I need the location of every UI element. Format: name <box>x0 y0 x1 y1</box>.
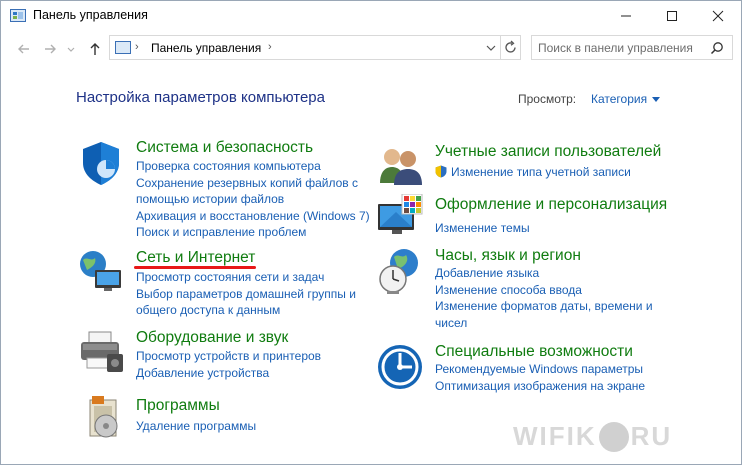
link-uninstall-program[interactable]: Удаление программы <box>136 418 256 435</box>
link-change-account-type[interactable]: Изменение типа учетной записи <box>435 164 631 181</box>
programs-icon[interactable] <box>83 396 131 444</box>
recent-locations-button[interactable] <box>65 40 77 58</box>
link-change-input[interactable]: Изменение способа ввода <box>435 282 653 299</box>
breadcrumb-separator-icon[interactable]: › <box>135 41 139 53</box>
category-links: Рекомендуемые Windows параметры Оптимиза… <box>435 361 645 394</box>
category-title[interactable]: Оформление и персонализация <box>435 196 667 214</box>
search-icon <box>710 42 723 55</box>
address-bar[interactable]: › Панель управления › <box>109 35 521 60</box>
refresh-button[interactable] <box>500 36 520 59</box>
link-homegroup-2[interactable]: общего доступа к данным <box>136 302 356 319</box>
forward-arrow-icon <box>45 44 56 54</box>
search-box[interactable] <box>531 35 733 60</box>
search-input[interactable] <box>538 39 704 56</box>
close-icon <box>712 10 724 22</box>
link-add-language[interactable]: Добавление языка <box>435 265 653 282</box>
link-file-history[interactable]: Сохранение резервных копий файлов с <box>136 175 370 192</box>
link-homegroup[interactable]: Выбор параметров домашней группы и <box>136 286 356 303</box>
link-network-status[interactable]: Просмотр состояния сети и задач <box>136 269 356 286</box>
watermark-logo: WIFIK RU <box>513 421 672 457</box>
category-links: Удаление программы <box>136 418 256 435</box>
link-devices-printers[interactable]: Просмотр устройств и принтеров <box>136 348 321 365</box>
category-title[interactable]: Программы <box>136 397 220 415</box>
uac-shield-icon <box>435 165 447 178</box>
maximize-icon <box>667 11 677 21</box>
link-troubleshoot[interactable]: Поиск и исправление проблем <box>136 224 370 241</box>
back-arrow-icon <box>18 44 29 54</box>
category-links: Добавление языка Изменение способа ввода… <box>435 265 653 331</box>
watermark-text-right: RU <box>630 421 673 451</box>
control-panel-icon <box>115 41 131 54</box>
category-links: Просмотр состояния сети и задач Выбор па… <box>136 269 356 319</box>
maximize-button[interactable] <box>649 1 695 31</box>
watermark-circle-icon <box>598 421 629 452</box>
link-change-formats[interactable]: Изменение форматов даты, времени и <box>435 298 653 315</box>
printer-icon[interactable] <box>77 328 125 376</box>
shield-icon[interactable] <box>77 139 125 187</box>
link-check-status[interactable]: Проверка состояния компьютера <box>136 158 370 175</box>
globe-network-icon[interactable] <box>77 248 125 296</box>
refresh-icon <box>505 40 516 53</box>
control-panel-window: Панель управления › Панель управления › <box>0 0 742 465</box>
category-links: Изменение темы <box>435 220 530 237</box>
link-label[interactable]: Изменение типа учетной записи <box>451 165 631 179</box>
link-backup-restore[interactable]: Архивация и восстановление (Windows 7) <box>136 208 370 225</box>
view-by-dropdown[interactable]: Категория <box>591 92 661 106</box>
red-underline-highlight <box>134 266 256 269</box>
close-button[interactable] <box>695 1 741 31</box>
category-title[interactable]: Система и безопасность <box>136 139 313 157</box>
up-button[interactable] <box>86 40 104 58</box>
control-panel-icon <box>10 9 26 22</box>
window-title: Панель управления <box>33 8 148 22</box>
link-optimize-display[interactable]: Оптимизация изображения на экране <box>435 378 645 395</box>
link-add-device[interactable]: Добавление устройства <box>136 365 321 382</box>
display-palette-icon[interactable] <box>376 194 424 242</box>
minimize-button[interactable] <box>603 1 649 31</box>
page-title: Настройка параметров компьютера <box>76 89 325 106</box>
navigation-bar: › Панель управления › <box>1 35 741 63</box>
chevron-down-icon <box>67 47 75 52</box>
link-change-theme[interactable]: Изменение темы <box>435 220 530 237</box>
address-dropdown-button[interactable] <box>482 36 500 59</box>
view-by-label: Просмотр: <box>518 92 577 106</box>
watermark-text-left: WIFIK <box>513 421 597 451</box>
link-change-formats-2[interactable]: чисел <box>435 315 653 332</box>
view-by-value[interactable]: Категория <box>591 92 647 106</box>
category-title[interactable]: Часы, язык и регион <box>435 247 581 265</box>
title-bar: Панель управления <box>1 1 741 31</box>
category-title[interactable]: Учетные записи пользователей <box>435 143 661 161</box>
category-title[interactable]: Сеть и Интернет <box>136 249 255 267</box>
category-links: Просмотр устройств и принтеров Добавлени… <box>136 348 321 381</box>
chevron-down-icon <box>486 45 496 51</box>
category-links: Проверка состояния компьютера Сохранение… <box>136 158 370 241</box>
accessibility-icon[interactable] <box>376 343 424 391</box>
minimize-icon <box>621 15 631 17</box>
users-icon[interactable] <box>376 143 424 191</box>
category-title[interactable]: Оборудование и звук <box>136 329 288 347</box>
forward-button[interactable] <box>41 40 59 58</box>
breadcrumb-separator-icon[interactable]: › <box>268 41 272 53</box>
up-arrow-icon <box>90 43 100 55</box>
clock-globe-icon[interactable] <box>376 247 424 295</box>
caret-down-icon[interactable] <box>652 97 661 103</box>
link-file-history-2[interactable]: помощью истории файлов <box>136 191 370 208</box>
category-title[interactable]: Специальные возможности <box>435 343 633 361</box>
category-links: Изменение типа учетной записи <box>435 164 631 181</box>
breadcrumb-control-panel[interactable]: Панель управления <box>151 41 261 55</box>
back-button[interactable] <box>15 40 33 58</box>
link-recommended-settings[interactable]: Рекомендуемые Windows параметры <box>435 361 645 378</box>
